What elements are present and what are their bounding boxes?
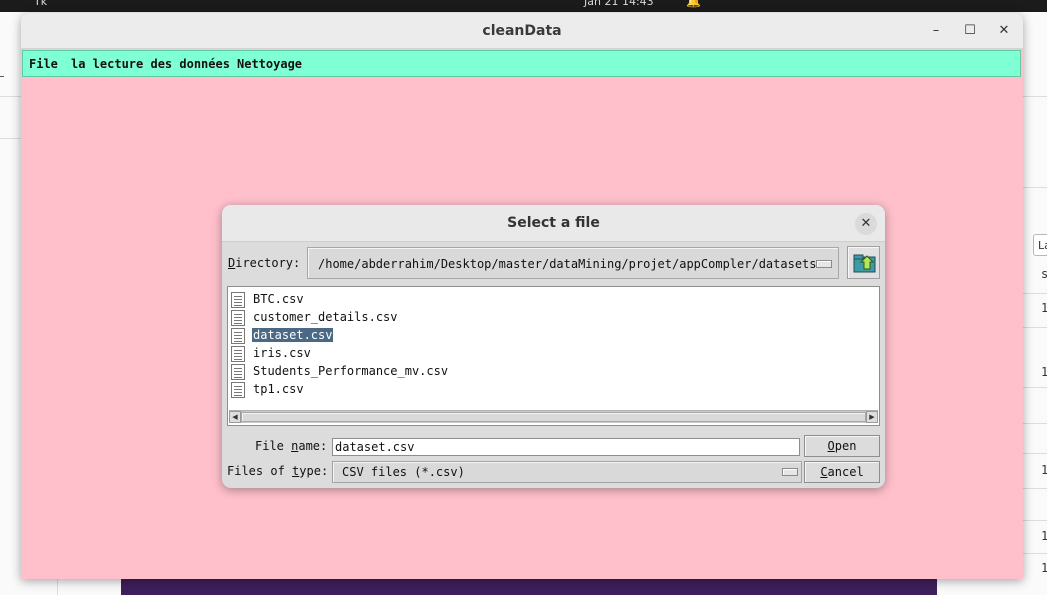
file-name-label-pre: File	[255, 439, 292, 453]
minimize-button[interactable]: –	[926, 21, 946, 41]
divider	[0, 76, 4, 77]
file-name-label-post: ame:	[298, 439, 328, 453]
tray-app-label[interactable]: Tk	[34, 0, 47, 8]
parent-directory-button[interactable]	[847, 246, 880, 279]
folder-up-icon	[853, 254, 876, 273]
files-of-type-label: Files of type:	[227, 464, 328, 478]
open-mnemonic: O	[827, 439, 835, 453]
divider	[1023, 453, 1047, 454]
table-cell: 1	[1041, 561, 1047, 575]
table-cell: 1	[1041, 463, 1047, 477]
clock[interactable]: Jan 21 14:43	[584, 0, 654, 8]
dropdown-indicator-icon[interactable]	[782, 468, 798, 476]
divider	[57, 578, 58, 595]
table-cell: 1	[1041, 529, 1047, 543]
file-name-label: File name:	[255, 439, 327, 453]
directory-value: /home/abderrahim/Desktop/master/dataMini…	[318, 257, 817, 271]
open-button[interactable]: Open	[804, 435, 880, 457]
close-button[interactable]: ✕	[994, 21, 1014, 41]
column-header: s	[1041, 267, 1047, 281]
file-dialog: Select a file ✕ Directory: /home/abderra…	[222, 205, 885, 488]
window-title-bar[interactable]: cleanData – ☐ ✕	[21, 13, 1023, 49]
file-name: dataset.csv	[252, 328, 334, 342]
file-list[interactable]: BTC.csv customer_details.csv dataset.csv ir…	[227, 286, 880, 426]
horizontal-scrollbar[interactable]: ◀ ▶	[229, 410, 878, 423]
divider	[1023, 327, 1047, 328]
file-icon	[231, 310, 245, 326]
file-name-input[interactable]: dataset.csv	[332, 438, 800, 456]
file-icon	[231, 382, 245, 398]
cancel-label: ancel	[827, 465, 864, 479]
file-name: BTC.csv	[253, 292, 304, 306]
background-panel	[121, 578, 937, 595]
file-name: customer_details.csv	[253, 310, 398, 324]
divider	[1023, 553, 1047, 554]
directory-label-text: irectory:	[235, 256, 301, 270]
divider	[1023, 96, 1047, 97]
desktop-top-bar: Tk Jan 21 14:43 🔔	[0, 0, 1047, 12]
files-of-type-label-pre: Files of	[227, 464, 293, 478]
menu-lecture-donnees[interactable]: la lecture des données	[71, 57, 230, 71]
menu-bar: File la lecture des données Nettoyage	[22, 50, 1021, 77]
scroll-right-icon[interactable]: ▶	[866, 411, 878, 423]
file-icon	[231, 346, 245, 362]
directory-label: Directory:	[228, 256, 300, 270]
cancel-button[interactable]: Cancel	[804, 461, 880, 483]
open-label: pen	[834, 439, 857, 453]
files-of-type-value: CSV files (*.csv)	[342, 465, 465, 479]
divider	[0, 138, 21, 139]
scrollbar-thumb[interactable]	[241, 412, 866, 422]
divider	[1023, 387, 1047, 388]
dialog-title: Select a file	[507, 215, 600, 231]
window-title: cleanData	[482, 23, 562, 39]
divider	[0, 96, 21, 97]
divider	[1023, 423, 1047, 424]
file-name: tp1.csv	[253, 382, 304, 396]
divider	[1023, 488, 1047, 489]
background-tab[interactable]: La	[1033, 234, 1047, 256]
file-name: iris.csv	[253, 346, 311, 360]
dialog-title-bar[interactable]: Select a file ✕	[222, 205, 885, 242]
divider	[1023, 520, 1047, 521]
menu-nettoyage[interactable]: Nettoyage	[237, 57, 302, 71]
bell-icon[interactable]: 🔔	[686, 0, 701, 8]
table-cell: 1	[1041, 301, 1047, 315]
maximize-button[interactable]: ☐	[960, 21, 980, 41]
files-of-type-label-post: ype:	[299, 464, 329, 478]
files-of-type-combobox[interactable]: CSV files (*.csv)	[332, 461, 802, 483]
divider	[1023, 187, 1047, 188]
menu-file[interactable]: File	[29, 57, 58, 71]
dropdown-indicator-icon[interactable]	[816, 260, 832, 268]
directory-combobox[interactable]: /home/abderrahim/Desktop/master/dataMini…	[307, 247, 839, 279]
file-icon	[231, 328, 245, 344]
dialog-close-button[interactable]: ✕	[855, 213, 877, 235]
scroll-left-icon[interactable]: ◀	[229, 411, 241, 423]
file-icon	[231, 292, 245, 308]
divider	[1023, 293, 1047, 294]
file-icon	[231, 364, 245, 380]
file-name: Students_Performance_mv.csv	[253, 364, 449, 378]
cancel-mnemonic: C	[820, 465, 828, 479]
table-cell: 1	[1041, 365, 1047, 379]
